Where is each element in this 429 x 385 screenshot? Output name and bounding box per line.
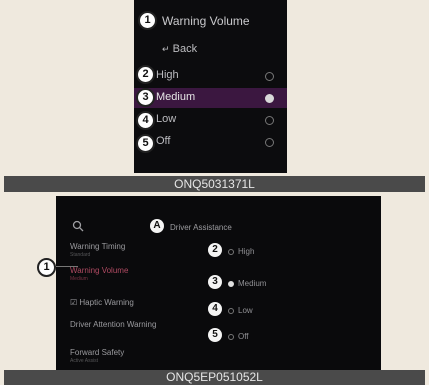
callout-2: 2 — [136, 65, 155, 84]
figure-caption: ONQ5EP051052L — [4, 370, 425, 385]
option-label: High — [156, 69, 179, 81]
menu-item-label: Warning Timing — [70, 242, 126, 251]
option-high[interactable]: High — [228, 247, 254, 256]
option-off[interactable]: Off — [134, 132, 287, 152]
callout-5: 5 — [136, 134, 155, 153]
menu-item-label: Haptic Warning — [79, 298, 134, 307]
radio-button-selected[interactable] — [265, 94, 274, 103]
option-low[interactable]: Low — [228, 306, 253, 315]
menu-item-forward-safety[interactable]: Forward Safety Active Assist — [70, 348, 182, 364]
search-icon[interactable] — [72, 220, 84, 232]
back-button[interactable]: ↵ Back — [162, 43, 197, 55]
menu-item-value: Standard — [70, 252, 91, 258]
radio-button[interactable] — [265, 116, 274, 125]
option-off[interactable]: Off — [228, 332, 249, 341]
menu-item-value: Medium — [70, 276, 88, 282]
callout-a: A — [150, 219, 164, 233]
option-label: Low — [156, 113, 177, 125]
option-medium[interactable]: Medium — [228, 279, 266, 288]
screen-header: Driver Assistance — [170, 223, 232, 232]
menu-item-label: Forward Safety — [70, 348, 125, 357]
driver-assistance-screen: A Driver Assistance Warning Timing Stand… — [56, 196, 381, 371]
callout-4: 4 — [208, 302, 222, 316]
option-medium[interactable]: Medium — [134, 88, 287, 108]
option-label: Off — [238, 332, 249, 341]
radio-button[interactable] — [265, 72, 274, 81]
option-label: Low — [238, 306, 253, 315]
back-arrow-icon: ↵ — [162, 44, 170, 54]
callout-1: 1 — [138, 11, 157, 30]
callout-5: 5 — [208, 328, 222, 342]
callout-3: 3 — [136, 88, 155, 107]
option-label: High — [238, 247, 255, 256]
callout-1: 1 — [37, 258, 56, 277]
option-high[interactable]: High — [134, 66, 287, 86]
option-label: Medium — [238, 279, 267, 288]
callout-3: 3 — [208, 275, 222, 289]
screen-title: Warning Volume — [162, 14, 250, 28]
menu-item-value: Active Assist — [70, 358, 99, 364]
callout-4: 4 — [136, 111, 155, 130]
menu-item-warning-volume[interactable]: Warning Volume Medium — [70, 266, 182, 282]
menu-item-label: Warning Volume — [70, 266, 129, 275]
menu-item-driver-attention-warning[interactable]: Driver Attention Warning — [70, 320, 182, 329]
callout-2: 2 — [208, 243, 222, 257]
menu-item-label: Driver Attention Warning — [70, 320, 157, 329]
menu-item-warning-timing[interactable]: Warning Timing Standard — [70, 242, 182, 258]
option-label: Off — [156, 135, 171, 147]
radio-button[interactable] — [265, 138, 274, 147]
checkbox-checked-icon[interactable]: ☑ — [70, 298, 77, 307]
radio-button[interactable] — [228, 307, 234, 314]
radio-button[interactable] — [228, 248, 234, 255]
back-label: Back — [172, 43, 198, 55]
radio-button-selected[interactable] — [228, 280, 234, 287]
warning-volume-screen: Warning Volume ↵ Back High Medium Low Of… — [134, 0, 287, 173]
option-label: Medium — [156, 91, 196, 103]
menu-item-haptic-warning[interactable]: ☑ Haptic Warning — [70, 298, 182, 307]
figure-caption: ONQ5031371L — [4, 176, 425, 192]
option-low[interactable]: Low — [134, 110, 287, 130]
radio-button[interactable] — [228, 333, 234, 340]
